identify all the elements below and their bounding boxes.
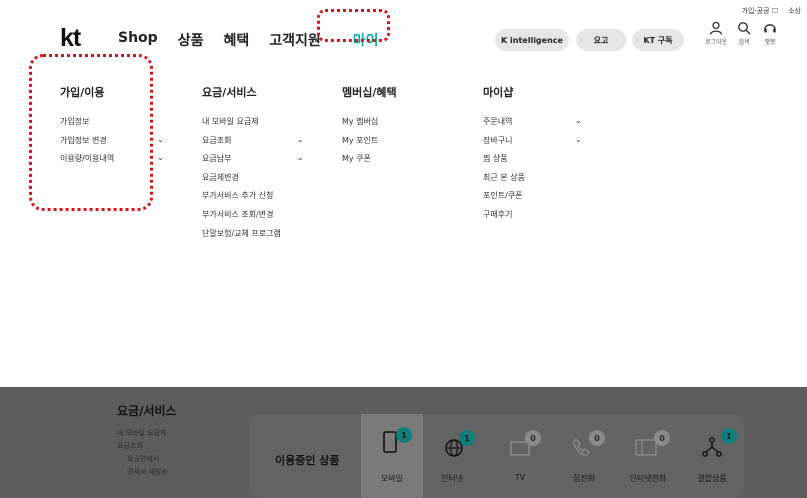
kt-logo[interactable]: kt xyxy=(60,24,81,53)
product-label: 결합상품 xyxy=(697,474,727,483)
bg-sub-link: 요금조회 xyxy=(117,442,143,450)
util-link-business[interactable]: 가입·공공 ☐ xyxy=(742,6,779,16)
menu-item[interactable]: 요금조회 ⌄ xyxy=(202,135,304,154)
product-label: TV xyxy=(514,473,526,482)
menu-item[interactable]: My 쿠폰 xyxy=(342,153,397,172)
menu-col-signup: 가입/이용 가입정보 가입정보 변경 ⌄ 이용량/이용내역 ⌄ xyxy=(60,84,164,172)
menu-col-title: 멤버십/혜택 xyxy=(342,86,397,99)
menu-item[interactable]: 가입정보 변경 ⌄ xyxy=(60,135,164,154)
nav-products[interactable]: 상품 xyxy=(178,30,204,50)
menu-item-label: 이용량/이용내역 xyxy=(60,154,115,164)
menu-item[interactable]: 주문내역 ⌄ xyxy=(483,116,582,135)
nav-shop[interactable]: Shop xyxy=(118,30,158,50)
bg-section-title: 요금/서비스 xyxy=(117,404,177,418)
utility-links: 가입·공공 ☐ 소상 xyxy=(742,6,801,16)
menu-item[interactable]: 요금납부 ⌄ xyxy=(202,153,304,172)
product-count-badge: 1 xyxy=(459,430,475,446)
util-link-small[interactable]: 소상 xyxy=(788,6,801,16)
product-count-badge: 0 xyxy=(589,430,605,446)
product-label: 집전화 xyxy=(572,474,596,483)
headset-icon xyxy=(764,24,776,33)
product-count-badge: 1 xyxy=(721,428,737,444)
chevron-down-icon: ⌄ xyxy=(297,153,304,163)
menu-item[interactable]: My 포인트 xyxy=(342,135,397,154)
logout-label: 로그아웃 xyxy=(704,39,728,46)
chevron-down-icon: ⌄ xyxy=(157,134,164,144)
menu-item-label: 장바구니 xyxy=(483,135,513,145)
products-title: 이용중인 상품 xyxy=(275,454,340,467)
menu-item-label: 가입정보 변경 xyxy=(60,135,107,145)
menu-item-label: 주문내역 xyxy=(483,117,513,126)
chatbot-label: 챗봇 xyxy=(764,39,776,46)
highlight-box-my xyxy=(317,9,390,42)
chevron-down-icon: ⌄ xyxy=(297,134,304,144)
product-count-badge: 0 xyxy=(525,430,541,446)
menu-item-label: 요금조회 xyxy=(202,135,232,145)
product-label: 인터넷 xyxy=(440,474,464,483)
menu-item[interactable]: 이용량/이용내역 ⌄ xyxy=(60,153,164,172)
menu-col-title: 요금/서비스 xyxy=(202,86,257,99)
nav-benefits[interactable]: 혜택 xyxy=(223,30,249,50)
yogo-button[interactable]: 요고 xyxy=(576,29,626,51)
menu-col-title: 가입/이용 xyxy=(60,86,105,99)
menu-col-membership: 멤버십/혜택 My 멤버십 My 포인트 My 쿠폰 xyxy=(342,84,397,172)
nav-support[interactable]: 고객지원 xyxy=(269,30,321,50)
k-intelligence-button[interactable]: K intelligence xyxy=(495,29,569,51)
menu-item[interactable]: 가입정보 xyxy=(60,116,114,135)
product-label: 모바일 xyxy=(380,474,404,483)
chevron-down-icon: ⌄ xyxy=(157,153,164,163)
chevron-down-icon: ⌄ xyxy=(575,116,582,125)
menu-item[interactable]: 부가서비스 추가 신청 xyxy=(202,190,281,209)
logout-button[interactable]: 로그아웃 xyxy=(703,21,729,46)
menu-col-title: 마이샵 xyxy=(483,86,514,99)
menu-item[interactable]: 포인트/쿠폰 xyxy=(483,190,525,209)
chevron-down-icon: ⌄ xyxy=(575,134,582,144)
search-icon xyxy=(738,22,751,35)
menu-col-billing: 요금/서비스 내 모바일 요금제 요금조회 ⌄ 요금납부 ⌄ 요금제변경 부가서비스… xyxy=(202,84,304,247)
kt-subscribe-button[interactable]: KT 구독 xyxy=(632,29,684,51)
bg-sub-link: 내 모바일 요금제 xyxy=(117,429,167,437)
chatbot-button[interactable]: 챗봇 xyxy=(757,21,783,46)
menu-item[interactable]: My 멤버십 xyxy=(342,116,397,135)
menu-item[interactable]: 최근 본 상품 xyxy=(483,172,525,191)
bg-sub-link: 요금명세서 xyxy=(127,455,160,463)
menu-item[interactable]: 부가서비스 조회/변경 xyxy=(202,209,281,228)
menu-item[interactable]: 단말보험/교체 프로그램 xyxy=(202,228,281,247)
menu-col-myshop: 마이샵 주문내역 ⌄ 장바구니 ⌄ 찜 상품 최근 본 상품 포인트/쿠폰 구매후기 xyxy=(483,84,582,228)
menu-item[interactable]: 요금제변경 xyxy=(202,172,281,191)
bundle-icon xyxy=(702,437,722,457)
menu-item-label: 요금납부 xyxy=(202,154,232,164)
product-label: 인터넷전화 xyxy=(629,474,667,483)
search-label: 검색 xyxy=(738,39,750,46)
search-button[interactable]: 검색 xyxy=(731,21,757,46)
product-selected-bg xyxy=(361,414,423,498)
person-icon xyxy=(709,21,723,35)
menu-item[interactable]: 찜 상품 xyxy=(483,153,525,172)
product-count-badge: 1 xyxy=(396,427,412,443)
product-count-badge: 0 xyxy=(654,430,670,446)
menu-item[interactable]: 장바구니 ⌄ xyxy=(483,135,582,154)
bg-sub-link: 명세서 재발송 xyxy=(127,468,168,476)
menu-item[interactable]: 내 모바일 요금제 xyxy=(202,116,281,135)
menu-item[interactable]: 구매후기 xyxy=(483,209,525,228)
